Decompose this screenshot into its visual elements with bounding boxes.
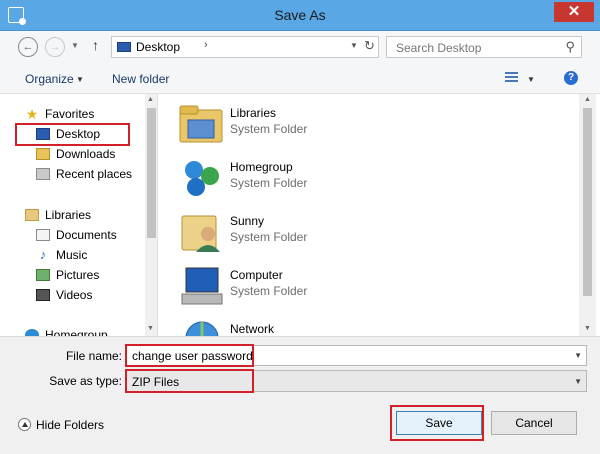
list-item-libraries[interactable]: Libraries System Folder [178,100,478,148]
list-item-network[interactable]: Network System Folder [178,316,478,336]
chevron-right-icon[interactable]: › [204,39,208,51]
file-name: Homegroup [230,160,293,174]
save-as-type-highlight [125,369,254,393]
hide-folders-button[interactable]: Hide Folders [18,418,104,432]
network-icon [185,321,219,336]
title-bar: Save As ✕ [0,0,600,31]
sidebar-item-label: Pictures [56,268,100,282]
save-as-dialog: Save As ✕ ← → ▼ ↑ Desktop › ▼ ↻ Search D… [0,0,600,454]
save-as-type-label: Save as type: [49,374,122,388]
chevron-down-icon[interactable]: ▼ [574,351,582,360]
file-list: Libraries System Folder Homegroup System… [158,94,600,336]
new-folder-button[interactable]: New folder [112,72,169,86]
scroll-down-icon[interactable]: ▼ [584,325,591,332]
file-type: System Folder [230,176,308,190]
forward-button[interactable]: → [45,37,65,57]
sidebar-scrollbar[interactable]: ▲ ▼ [145,94,157,336]
file-name-highlight [125,344,254,367]
sidebar-item-recent-places[interactable]: Recent places [36,165,132,183]
chevron-down-icon[interactable]: ▼ [527,75,535,84]
address-location[interactable]: Desktop [136,40,180,54]
sidebar-item-label: Favorites [45,107,95,121]
scrollbar-thumb[interactable] [147,108,156,238]
file-name: Sunny [230,214,265,228]
organize-button[interactable]: Organize [25,72,74,86]
collapse-icon [18,418,31,432]
cancel-button[interactable]: Cancel [491,411,577,435]
up-button[interactable]: ↑ [92,37,99,53]
homegroup-icon [185,161,219,196]
sidebar-item-label: Documents [56,228,117,242]
navigation-bar: ← → ▼ ↑ Desktop › ▼ ↻ Search Desktop ⚲ [0,31,600,63]
sidebar-item-documents[interactable]: Documents [36,226,117,244]
hide-folders-label: Hide Folders [36,418,105,432]
scroll-up-icon[interactable]: ▲ [147,96,154,103]
recent-locations-dropdown[interactable]: ▼ [71,41,79,50]
close-button[interactable]: ✕ [554,2,594,22]
videos-icon [36,288,50,301]
recent-places-icon [36,167,50,180]
list-item-homegroup[interactable]: Homegroup System Folder [178,154,478,202]
sidebar-item-libraries[interactable]: Libraries [25,206,91,224]
file-name: Computer [230,268,283,282]
address-bar[interactable]: Desktop › ▼ ↻ [111,36,379,58]
search-input[interactable]: Search Desktop ⚲ [386,36,582,58]
computer-icon [181,267,223,305]
address-dropdown-icon[interactable]: ▼ [350,41,358,50]
sidebar-item-downloads[interactable]: Downloads [36,145,115,163]
sidebar-item-videos[interactable]: Videos [36,286,92,304]
chevron-down-icon[interactable]: ▼ [76,75,84,84]
user-folder-icon [181,215,220,252]
homegroup-icon [25,328,39,336]
dialog-footer: File name: change user password ▼ Save a… [0,336,600,454]
search-icon[interactable]: ⚲ [565,39,575,55]
chevron-down-icon[interactable]: ▼ [574,377,582,386]
documents-icon [36,228,50,241]
refresh-icon[interactable]: ↻ [364,38,375,54]
sidebar-item-favorites[interactable]: ★ Favorites [25,105,95,123]
file-list-scrollbar[interactable]: ▲ ▼ [579,94,596,336]
back-button[interactable]: ← [18,37,38,57]
desktop-icon [117,42,131,52]
file-name-label: File name: [65,349,122,363]
sidebar-item-label: Videos [56,288,93,302]
view-options-icon[interactable] [505,72,518,84]
libraries-folder-icon [179,105,223,143]
file-type: System Folder [230,230,308,244]
search-placeholder: Search Desktop [396,41,482,55]
sidebar-item-label: Music [56,248,88,262]
help-icon[interactable]: ? [564,71,578,85]
pictures-icon [36,268,50,281]
list-item-computer[interactable]: Computer System Folder [178,262,478,310]
star-icon: ★ [25,105,39,122]
sidebar-item-label: Downloads [56,147,116,161]
desktop-highlight [15,123,130,146]
sidebar-item-pictures[interactable]: Pictures [36,266,99,284]
file-name: Network [230,322,275,336]
music-icon: ♪ [39,246,47,262]
navigation-pane: ★ Favorites Desktop Downloads Recent plac… [0,94,158,336]
sidebar-item-homegroup[interactable]: Homegroup [25,326,108,336]
list-item-sunny[interactable]: Sunny System Folder [178,208,478,256]
scroll-up-icon[interactable]: ▲ [584,96,591,103]
sidebar-item-label: Recent places [56,167,133,181]
sidebar-item-music[interactable]: ♪ Music [36,246,88,264]
sidebar-item-label: Homegroup [45,328,108,336]
file-name: Libraries [230,106,277,120]
command-toolbar: Organize ▼ New folder ▼ ? [0,63,600,94]
scroll-down-icon[interactable]: ▼ [147,325,154,332]
file-type: System Folder [230,284,308,298]
save-button[interactable]: Save [396,411,482,435]
scrollbar-thumb[interactable] [583,108,592,296]
libraries-icon [25,208,39,221]
sidebar-item-label: Libraries [45,208,92,222]
file-type: System Folder [230,122,308,136]
window-title: Save As [274,7,326,23]
downloads-icon [36,147,50,160]
